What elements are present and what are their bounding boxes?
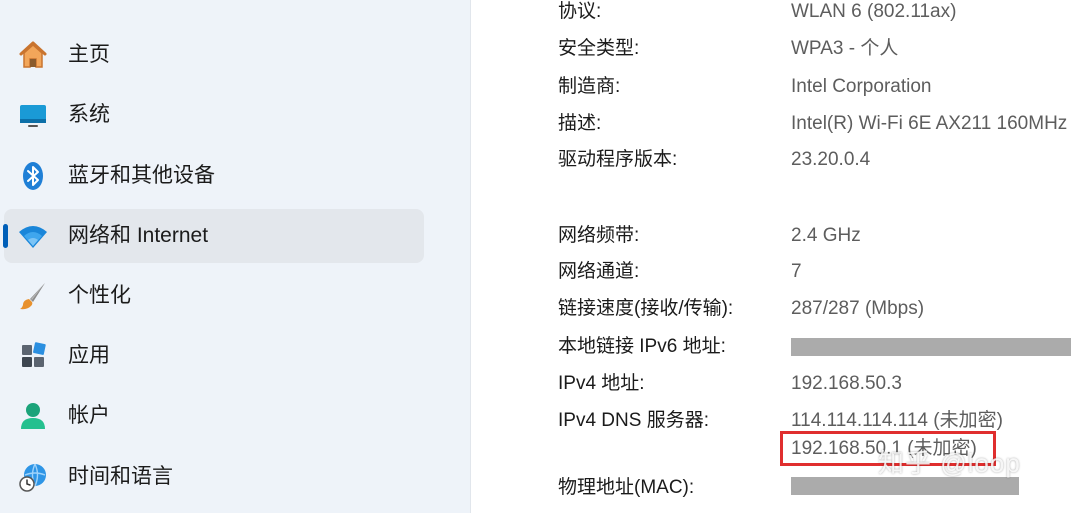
sidebar-item-label: 帐户 xyxy=(68,404,110,427)
link-speed-label: 链接速度(接收/传输): xyxy=(558,298,734,319)
account-icon xyxy=(16,399,50,433)
settings-sidebar: 主页 系统 蓝牙和其他设备 网络和 Internet 个性化 应用 帐户 时间和… xyxy=(0,0,471,513)
wifi-icon xyxy=(16,219,50,253)
security-type-label: 安全类型: xyxy=(558,38,640,59)
driver-version-value: 23.20.0.4 xyxy=(791,149,871,170)
sidebar-item-label: 蓝牙和其他设备 xyxy=(68,164,215,187)
ipv6-address-redacted xyxy=(791,338,1071,356)
network-channel-label: 网络通道: xyxy=(558,261,640,282)
sidebar-item-personalization[interactable]: 个性化 xyxy=(4,269,424,323)
sidebar-item-label: 时间和语言 xyxy=(68,465,173,488)
network-band-value: 2.4 GHz xyxy=(791,225,861,246)
sidebar-item-system[interactable]: 系统 xyxy=(4,88,424,142)
link-speed-value: 287/287 (Mbps) xyxy=(791,298,925,319)
sidebar-item-label: 应用 xyxy=(68,344,110,367)
manufacturer-value: Intel Corporation xyxy=(791,76,932,97)
network-properties: 协议: WLAN 6 (802.11ax) 安全类型: WPA3 - 个人 制造… xyxy=(470,0,1083,513)
ipv4-dns-value-1: 114.114.114.114 (未加密) xyxy=(791,410,1003,431)
watermark: 知乎 @loop xyxy=(878,448,1021,478)
manufacturer-label: 制造商: xyxy=(558,76,621,97)
home-icon xyxy=(16,38,50,72)
sidebar-item-label: 系统 xyxy=(68,103,110,126)
system-icon xyxy=(16,98,50,132)
driver-version-label: 驱动程序版本: xyxy=(558,149,678,170)
sidebar-item-label: 主页 xyxy=(68,43,110,66)
sidebar-item-network[interactable]: 网络和 Internet xyxy=(3,209,424,263)
mac-address-label: 物理地址(MAC): xyxy=(558,477,695,498)
ipv4-dns-label: IPv4 DNS 服务器: xyxy=(558,410,709,431)
description-value: Intel(R) Wi-Fi 6E AX211 160MHz xyxy=(791,113,1068,134)
security-type-value: WPA3 - 个人 xyxy=(791,38,899,59)
description-label: 描述: xyxy=(558,113,602,134)
ipv6-address-label: 本地链接 IPv6 地址: xyxy=(558,336,726,357)
network-band-label: 网络频带: xyxy=(558,225,640,246)
network-channel-value: 7 xyxy=(791,261,802,282)
protocol-label: 协议: xyxy=(558,1,602,22)
sidebar-item-home[interactable]: 主页 xyxy=(4,28,424,82)
sidebar-item-apps[interactable]: 应用 xyxy=(4,329,424,383)
sidebar-item-bluetooth[interactable]: 蓝牙和其他设备 xyxy=(4,149,424,203)
sidebar-item-label: 个性化 xyxy=(68,284,131,307)
sidebar-item-accounts[interactable]: 帐户 xyxy=(4,389,424,443)
sidebar-item-time-language[interactable]: 时间和语言 xyxy=(4,450,424,504)
brush-icon xyxy=(16,279,50,313)
ipv4-address-value: 192.168.50.3 xyxy=(791,373,902,394)
sidebar-item-label: 网络和 Internet xyxy=(68,224,209,247)
protocol-value: WLAN 6 (802.11ax) xyxy=(791,1,957,22)
time-language-icon xyxy=(16,460,50,494)
active-indicator xyxy=(3,224,8,248)
mac-address-redacted xyxy=(791,477,1019,495)
apps-icon xyxy=(16,339,50,373)
bluetooth-icon xyxy=(16,159,50,193)
ipv4-address-label: IPv4 地址: xyxy=(558,373,645,394)
